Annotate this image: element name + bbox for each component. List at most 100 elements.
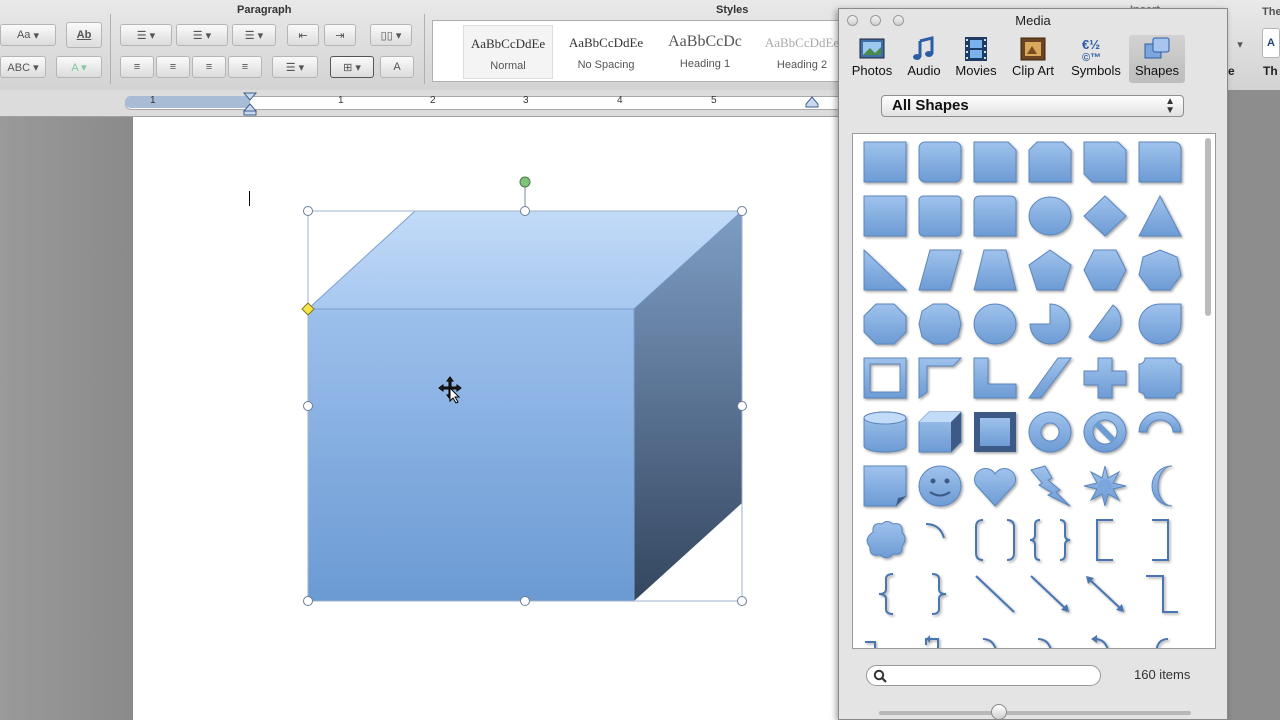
shape-frame-icon[interactable] [863,357,907,399]
shape-no-symbol-icon[interactable] [1083,411,1127,453]
multilevel-list-button[interactable]: ☰ ▾ [232,24,276,46]
shape-hexagon-icon[interactable] [1083,249,1127,291]
shape-cross-icon[interactable] [1083,357,1127,399]
shape-folded-corner-icon[interactable] [863,465,907,507]
shape-curved-connector-4-icon[interactable] [1037,638,1056,649]
scroll-thumb[interactable] [1205,138,1211,316]
shape-gallery[interactable] [852,133,1216,649]
shape-can-icon[interactable] [863,411,907,453]
shape-cube-icon[interactable] [918,411,962,453]
shape-rectangle-icon[interactable] [863,141,907,183]
tab-photos[interactable]: Photos [847,35,897,83]
shape-bevel-icon[interactable] [974,412,1016,452]
shape-rounded-rectangle-2-icon[interactable] [918,195,962,237]
align-right-button[interactable]: ≡ [192,56,226,78]
gallery-scrollbar[interactable] [1203,136,1213,646]
shape-rounded-rectangle-icon[interactable] [918,141,962,183]
shape-left-brace-icon[interactable] [878,573,894,615]
align-center-button[interactable]: ≡ [156,56,190,78]
right-indent-marker-icon[interactable] [805,96,819,108]
bullets-button[interactable]: ☰ ▾ [120,24,172,46]
shape-chord-icon[interactable] [1088,304,1122,342]
shape-parallelogram-icon[interactable] [918,249,962,291]
spelling-button[interactable]: Ab [66,22,102,48]
shape-curved-connector-5-icon[interactable] [1091,635,1113,649]
shape-decagon-icon[interactable] [918,303,962,345]
shape-double-brace-icon[interactable] [1029,519,1071,561]
shape-round-same-side-rectangle-icon[interactable] [973,195,1017,237]
highlight-button[interactable]: A ▾ [56,56,102,78]
shape-block-arc-icon[interactable] [1138,411,1182,433]
shape-right-triangle-icon[interactable] [863,248,908,291]
shape-moon-icon[interactable] [1151,465,1173,507]
text-effects-button[interactable]: ABC ▾ [0,56,46,78]
shape-diagonal-stripe-icon[interactable] [1028,357,1072,399]
shape-triangle-icon[interactable] [1138,194,1182,237]
shape-right-brace-icon[interactable] [931,573,947,615]
tab-movies[interactable]: Movies [951,35,1001,83]
style-heading-1[interactable]: AaBbCcDc Heading 1 [660,25,750,79]
shape-octagon-icon[interactable] [863,303,907,345]
indent-marker-icon[interactable] [243,92,257,116]
shape-pentagon-icon[interactable] [1028,249,1072,291]
shape-lightning-bolt-icon[interactable] [1030,465,1071,507]
line-spacing-button[interactable]: ☰ ▾ [272,56,318,78]
thumbnail-size-slider-knob[interactable] [991,704,1007,720]
shape-cloud-icon[interactable] [866,521,906,559]
shape-pie-icon[interactable] [1029,303,1071,345]
style-normal[interactable]: AaBbCcDdEe Normal [463,25,553,79]
shape-line-icon[interactable] [975,575,1015,613]
shape-round-corner-rectangle-icon[interactable] [1138,141,1182,183]
columns-button[interactable]: ▯▯ ▾ [370,24,412,46]
shape-l-shape-icon[interactable] [973,357,1017,399]
change-case-button[interactable]: Aa ▾ [0,24,56,46]
shape-curved-connector-6-icon[interactable] [1155,638,1169,649]
shading-button[interactable]: A [380,56,414,78]
shape-diamond-icon[interactable] [1083,195,1127,237]
shape-double-bracket-icon[interactable] [975,519,1015,561]
ribbon-dropdown-arrow-icon[interactable]: ▾ [1234,36,1246,52]
numbering-button[interactable]: ☰ ▾ [176,24,228,46]
style-no-spacing[interactable]: AaBbCcDdEe No Spacing [561,25,651,79]
style-heading-2[interactable]: AaBbCcDdEe Heading 2 [757,25,847,79]
horizontal-ruler[interactable]: 1 1 2 3 4 5 [0,90,842,117]
tab-symbols[interactable]: €½ ©™ Symbols [1067,35,1125,83]
tab-audio[interactable]: Audio [901,35,947,83]
align-left-button[interactable]: ≡ [120,56,154,78]
tab-shapes[interactable]: Shapes [1129,35,1185,83]
shape-right-bracket-icon[interactable] [1152,519,1169,561]
increase-indent-button[interactable]: ⇥ [324,24,356,46]
shape-heart-icon[interactable] [974,468,1016,507]
decrease-indent-button[interactable]: ⇤ [287,24,319,46]
shape-snip-diagonal-rectangle-icon[interactable] [1083,141,1127,183]
shape-donut-icon[interactable] [1028,411,1072,453]
shape-snip-same-side-rectangle-icon[interactable] [1028,141,1072,183]
media-palette[interactable]: Media Photos Audio Movies Clip Art €½ ©™ … [838,8,1228,720]
shape-trapezoid-icon[interactable] [973,249,1017,291]
tab-clip-art[interactable]: Clip Art [1005,35,1061,83]
shape-oval-icon[interactable] [1028,196,1072,236]
shape-left-bracket-icon[interactable] [1096,519,1113,561]
shape-rectangle-2-icon[interactable] [863,195,907,237]
shape-plaque-icon[interactable] [1138,357,1182,399]
cube-shape[interactable] [300,175,760,615]
shape-curved-connector-3-icon[interactable] [982,638,997,649]
shape-dodecagon-icon[interactable] [973,303,1017,345]
shape-elbow-connector-icon[interactable] [1146,575,1178,613]
shape-search-input[interactable] [866,665,1101,686]
shape-sun-icon[interactable] [1083,465,1127,507]
text-box-button[interactable]: A [1262,28,1280,58]
shape-curved-connector-2-icon[interactable] [925,635,939,649]
shape-arc-icon[interactable] [925,523,945,539]
shape-smiley-face-icon[interactable] [918,465,962,507]
justify-button[interactable]: ≡ [228,56,262,78]
shape-category-select[interactable]: All Shapes ▲ ▼ [881,95,1184,117]
shape-teardrop-icon[interactable] [1138,303,1182,345]
shape-half-frame-icon[interactable] [918,357,963,399]
borders-button[interactable]: ⊞ ▾ [330,56,374,78]
shape-snip-corner-rectangle-icon[interactable] [973,141,1017,183]
shape-double-arrow-line-icon[interactable] [1086,576,1124,612]
thumbnail-size-slider[interactable] [879,711,1191,715]
shape-curved-connector-1-icon[interactable] [865,641,876,649]
shape-arrow-line-icon[interactable] [1030,575,1069,612]
